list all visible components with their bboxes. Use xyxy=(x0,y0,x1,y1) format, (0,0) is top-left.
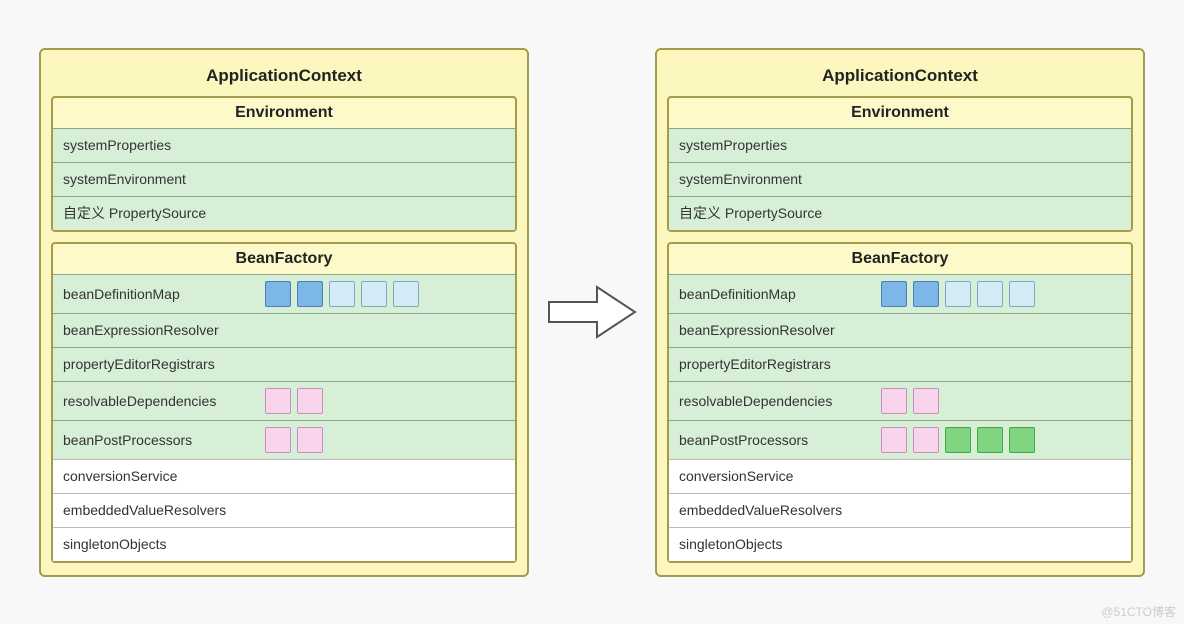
row-label: systemProperties xyxy=(63,137,253,153)
row-label: conversionService xyxy=(679,468,869,484)
row-label: 自定义 PropertySource xyxy=(63,203,253,223)
beanfactory-row: beanDefinitionMap xyxy=(669,274,1131,313)
row-label: propertyEditorRegistrars xyxy=(679,356,869,372)
box-group xyxy=(265,388,323,414)
data-box xyxy=(297,281,323,307)
right-beanfactory-title: BeanFactory xyxy=(669,244,1131,274)
row-label: systemEnvironment xyxy=(63,171,253,187)
left-env-row: 自定义 PropertySource xyxy=(53,196,515,230)
beanfactory-row: singletonObjects xyxy=(669,527,1131,561)
right-env-row: systemEnvironment xyxy=(669,162,1131,196)
data-box xyxy=(945,281,971,307)
beanfactory-row: singletonObjects xyxy=(53,527,515,561)
right-context-title: ApplicationContext xyxy=(667,58,1133,96)
data-box xyxy=(945,427,971,453)
left-env-row: systemProperties xyxy=(53,128,515,162)
data-box xyxy=(1009,427,1035,453)
row-label: beanDefinitionMap xyxy=(63,286,253,302)
data-box xyxy=(393,281,419,307)
data-box xyxy=(913,427,939,453)
right-environment-title: Environment xyxy=(669,98,1131,128)
box-group xyxy=(881,281,1035,307)
row-label: 自定义 PropertySource xyxy=(679,203,869,223)
box-group xyxy=(881,388,939,414)
data-box xyxy=(329,281,355,307)
box-group xyxy=(265,427,323,453)
left-beanfactory-title: BeanFactory xyxy=(53,244,515,274)
row-label: embeddedValueResolvers xyxy=(63,502,253,518)
row-label: propertyEditorRegistrars xyxy=(63,356,253,372)
left-context-title: ApplicationContext xyxy=(51,58,517,96)
row-label: systemEnvironment xyxy=(679,171,869,187)
beanfactory-row: resolvableDependencies xyxy=(53,381,515,420)
row-label: beanPostProcessors xyxy=(679,432,869,448)
data-box xyxy=(361,281,387,307)
box-group xyxy=(265,281,419,307)
row-label: embeddedValueResolvers xyxy=(679,502,869,518)
right-beanfactory-section: BeanFactory beanDefinitionMap beanExpress… xyxy=(667,242,1133,563)
beanfactory-row: propertyEditorRegistrars xyxy=(669,347,1131,381)
data-box xyxy=(265,427,291,453)
data-box xyxy=(881,388,907,414)
row-label: beanExpressionResolver xyxy=(63,322,253,338)
row-label: beanDefinitionMap xyxy=(679,286,869,302)
arrow-icon xyxy=(547,282,637,342)
data-box xyxy=(881,281,907,307)
beanfactory-row: propertyEditorRegistrars xyxy=(53,347,515,381)
data-box xyxy=(1009,281,1035,307)
right-env-row: 自定义 PropertySource xyxy=(669,196,1131,230)
right-environment-section: Environment systemProperties systemEnvir… xyxy=(667,96,1133,232)
beanfactory-row: embeddedValueResolvers xyxy=(53,493,515,527)
beanfactory-row: beanPostProcessors xyxy=(669,420,1131,459)
row-label: singletonObjects xyxy=(63,536,253,552)
left-beanfactory-section: BeanFactory beanDefinitionMap beanExpress… xyxy=(51,242,517,563)
data-box xyxy=(913,281,939,307)
beanfactory-row: beanPostProcessors xyxy=(53,420,515,459)
data-box xyxy=(297,427,323,453)
box-group xyxy=(881,427,1035,453)
data-box xyxy=(977,427,1003,453)
row-label: singletonObjects xyxy=(679,536,869,552)
left-environment-title: Environment xyxy=(53,98,515,128)
beanfactory-row: beanDefinitionMap xyxy=(53,274,515,313)
beanfactory-row: embeddedValueResolvers xyxy=(669,493,1131,527)
left-application-context: ApplicationContext Environment systemPro… xyxy=(39,48,529,577)
beanfactory-row: resolvableDependencies xyxy=(669,381,1131,420)
row-label: systemProperties xyxy=(679,137,869,153)
data-box xyxy=(977,281,1003,307)
beanfactory-row: conversionService xyxy=(669,459,1131,493)
data-box xyxy=(265,281,291,307)
row-label: beanExpressionResolver xyxy=(679,322,869,338)
right-env-row: systemProperties xyxy=(669,128,1131,162)
row-label: resolvableDependencies xyxy=(63,393,253,409)
beanfactory-row: beanExpressionResolver xyxy=(669,313,1131,347)
row-label: beanPostProcessors xyxy=(63,432,253,448)
beanfactory-row: conversionService xyxy=(53,459,515,493)
left-env-row: systemEnvironment xyxy=(53,162,515,196)
data-box xyxy=(297,388,323,414)
row-label: resolvableDependencies xyxy=(679,393,869,409)
watermark: @51CTO博客 xyxy=(1101,603,1176,620)
left-environment-section: Environment systemProperties systemEnvir… xyxy=(51,96,517,232)
beanfactory-row: beanExpressionResolver xyxy=(53,313,515,347)
row-label: conversionService xyxy=(63,468,253,484)
right-application-context: ApplicationContext Environment systemPro… xyxy=(655,48,1145,577)
data-box xyxy=(881,427,907,453)
data-box xyxy=(265,388,291,414)
data-box xyxy=(913,388,939,414)
